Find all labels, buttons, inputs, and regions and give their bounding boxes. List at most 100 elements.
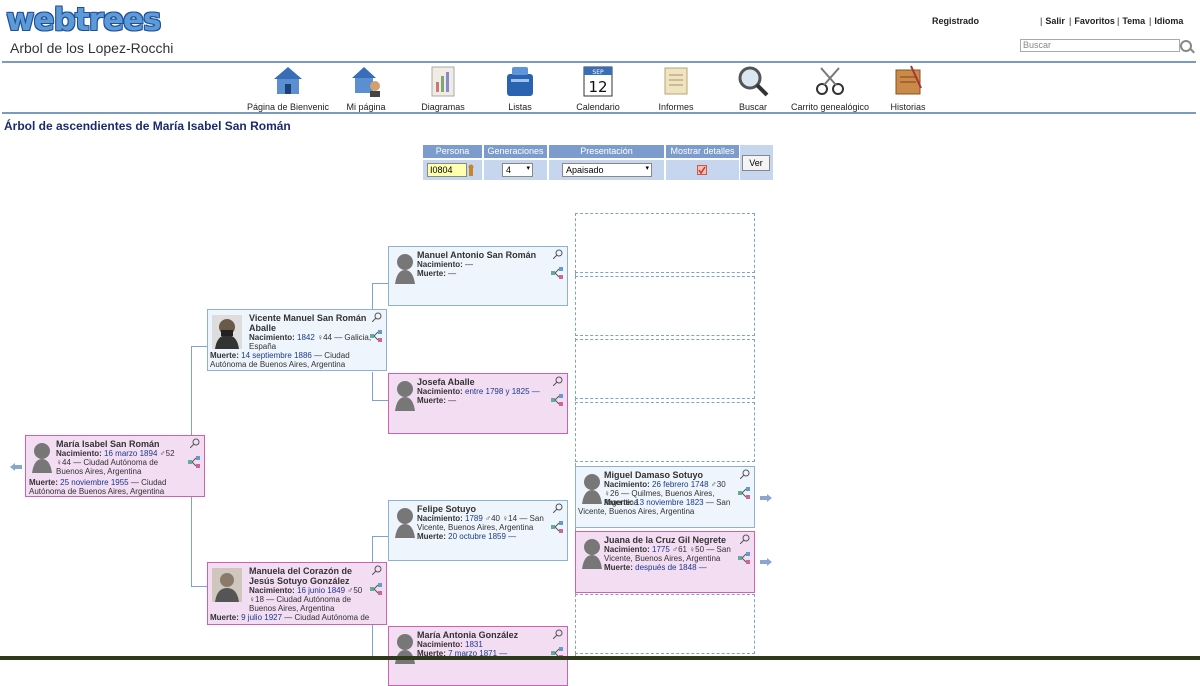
generations-cell: 4 ▾ [484,160,547,180]
person-box-root[interactable]: María Isabel San Román Nacimiento: 16 ma… [25,435,205,497]
death-line: Muerte: — [417,396,457,405]
generations-select[interactable]: 4 ▾ [502,163,533,177]
zoom-icon[interactable] [190,438,200,448]
family-tree-icon[interactable] [551,521,563,533]
nav-calendar[interactable]: SEP 12 Calendario [568,64,628,112]
empty-ancestor-slot [575,213,755,273]
birth-line: Nacimiento: 1831 [417,640,483,649]
ver-button[interactable]: Ver [742,155,770,171]
birth-line: Nacimiento: entre 1798 y 1825 — [417,387,540,396]
person-name[interactable]: Vicente Manuel San Román Aballe [249,313,369,333]
expand-arrow-icon[interactable] [760,557,772,566]
lists-icon [507,67,533,96]
family-tree-icon[interactable] [370,583,382,595]
person-box-paternal-grandfather[interactable]: Manuel Antonio San Román Nacimiento: — M… [388,246,568,306]
person-name[interactable]: Josefa Aballe [417,377,547,387]
nav-reports[interactable]: Informes [646,64,706,112]
zoom-icon[interactable] [372,312,382,322]
death-line: Muerte: — [417,269,457,278]
zoom-icon[interactable] [553,629,563,639]
family-tree-icon[interactable] [370,330,382,342]
person-name[interactable]: Manuela del Corazón de Jesús Sotuyo Gonz… [249,566,359,586]
zoom-icon[interactable] [553,503,563,513]
person-box-paternal-grandmother[interactable]: Josefa Aballe Nacimiento: entre 1798 y 1… [388,373,568,434]
nav-label: Listas [508,102,532,112]
dropdown-arrow-icon: ▾ [645,165,649,172]
family-tree-icon[interactable] [551,394,563,406]
nav-lists[interactable]: Listas [490,64,550,112]
favorites-link[interactable]: Favoritos [1069,16,1115,26]
person-name[interactable]: María Antonia González [417,630,547,640]
empty-ancestor-slot [575,276,755,336]
nav-label: Historias [890,102,926,112]
nav-my-page[interactable]: Mi página [336,64,396,112]
birth-line: Nacimiento: — [417,260,474,269]
person-box-maternal-grandfather[interactable]: Felipe Sotuyo Nacimiento: 1789 ♂40 ♀14 —… [388,500,568,561]
expand-arrow-icon[interactable] [760,493,772,502]
family-tree-icon[interactable] [738,487,750,499]
birth-line: Nacimiento: 1842 ♀44 — Galicia, España [249,333,372,351]
person-box-great-grandmother[interactable]: Juana de la Cruz Gil Negrete Nacimiento:… [575,531,755,593]
theme-link[interactable]: Tema [1117,16,1145,26]
nav-stories[interactable]: Historias [878,64,938,112]
nav-label: Mi página [346,102,386,112]
nav-search[interactable]: Buscar [723,64,783,112]
person-photo [212,568,242,602]
webtrees-logo[interactable]: webtrees [6,2,161,38]
connector-line [191,346,207,347]
death-line: Muerte: 25 noviembre 1955 — Ciudad Autón… [29,478,167,496]
header-divider [2,61,1196,63]
zoom-icon[interactable] [553,249,563,259]
connector-line [372,625,373,656]
family-tree-icon[interactable] [188,456,200,468]
svg-text:12: 12 [588,78,607,96]
family-tree-icon[interactable] [738,552,750,564]
zoom-icon[interactable] [740,469,750,479]
nav-clippings-cart[interactable]: Carrito genealógico [787,64,873,112]
zoom-icon[interactable] [553,376,563,386]
show-details-checkbox[interactable] [697,165,707,175]
nav-divider [2,112,1196,114]
calendar-icon: SEP 12 [583,66,613,97]
layout-value: Apaisado [566,165,604,175]
site-title[interactable]: Arbol de los Lopez-Rocchi [10,40,173,56]
search-input[interactable]: Buscar [1020,39,1180,52]
dropdown-arrow-icon: ▾ [526,165,530,172]
my-page-icon [352,67,380,97]
connector-line [191,586,207,587]
person-box-mother[interactable]: Manuela del Corazón de Jesús Sotuyo Gonz… [207,562,387,625]
registered-user: Registrado [932,16,980,26]
person-name[interactable]: Manuel Antonio San Román [417,250,547,260]
find-person-icon[interactable] [467,164,475,176]
person-cell: I0804 [423,160,482,180]
language-link[interactable]: Idioma [1149,16,1183,26]
nav-home[interactable]: Página de Bienvenic [246,64,330,112]
layout-select[interactable]: Apaisado ▾ [562,163,652,177]
zoom-icon[interactable] [372,565,382,575]
nav-label: Página de Bienvenic [246,102,330,112]
person-box-great-grandfather[interactable]: Miguel Damaso Sotuyo Nacimiento: 26 febr… [575,466,755,528]
person-name[interactable]: Felipe Sotuyo [417,504,547,514]
svg-text:SEP: SEP [592,69,604,76]
person-photo [212,315,242,349]
person-name[interactable]: María Isabel San Román [56,439,176,449]
nav-label: Diagramas [421,102,465,112]
empty-ancestor-slot [575,402,755,462]
nav-label: Carrito genealógico [790,102,870,112]
logout-link[interactable]: Salir [1040,16,1065,26]
search-icon[interactable] [1180,40,1192,52]
person-name[interactable]: Miguel Damaso Sotuyo [604,470,734,480]
person-box-father[interactable]: Vicente Manuel San Román Aballe Nacimien… [207,309,387,371]
death-line: Muerte: 20 octubre 1859 — [417,532,517,541]
charts-icon [431,66,455,97]
nav-charts[interactable]: Diagramas [413,64,473,112]
family-tree-icon[interactable] [551,267,563,279]
birth-line: Nacimiento: 1789 ♂40 ♀14 — San Vicente, … [417,514,544,532]
birth-line: Nacimiento: 16 marzo 1894 ♂52 ♀44 — Ciud… [56,449,175,476]
person-id-input[interactable]: I0804 [427,163,467,177]
person-name[interactable]: Juana de la Cruz Gil Negrete [604,535,734,545]
female-silhouette-icon [32,443,52,473]
zoom-icon[interactable] [740,534,750,544]
back-arrow-icon[interactable] [10,462,22,471]
reports-icon [664,67,688,95]
